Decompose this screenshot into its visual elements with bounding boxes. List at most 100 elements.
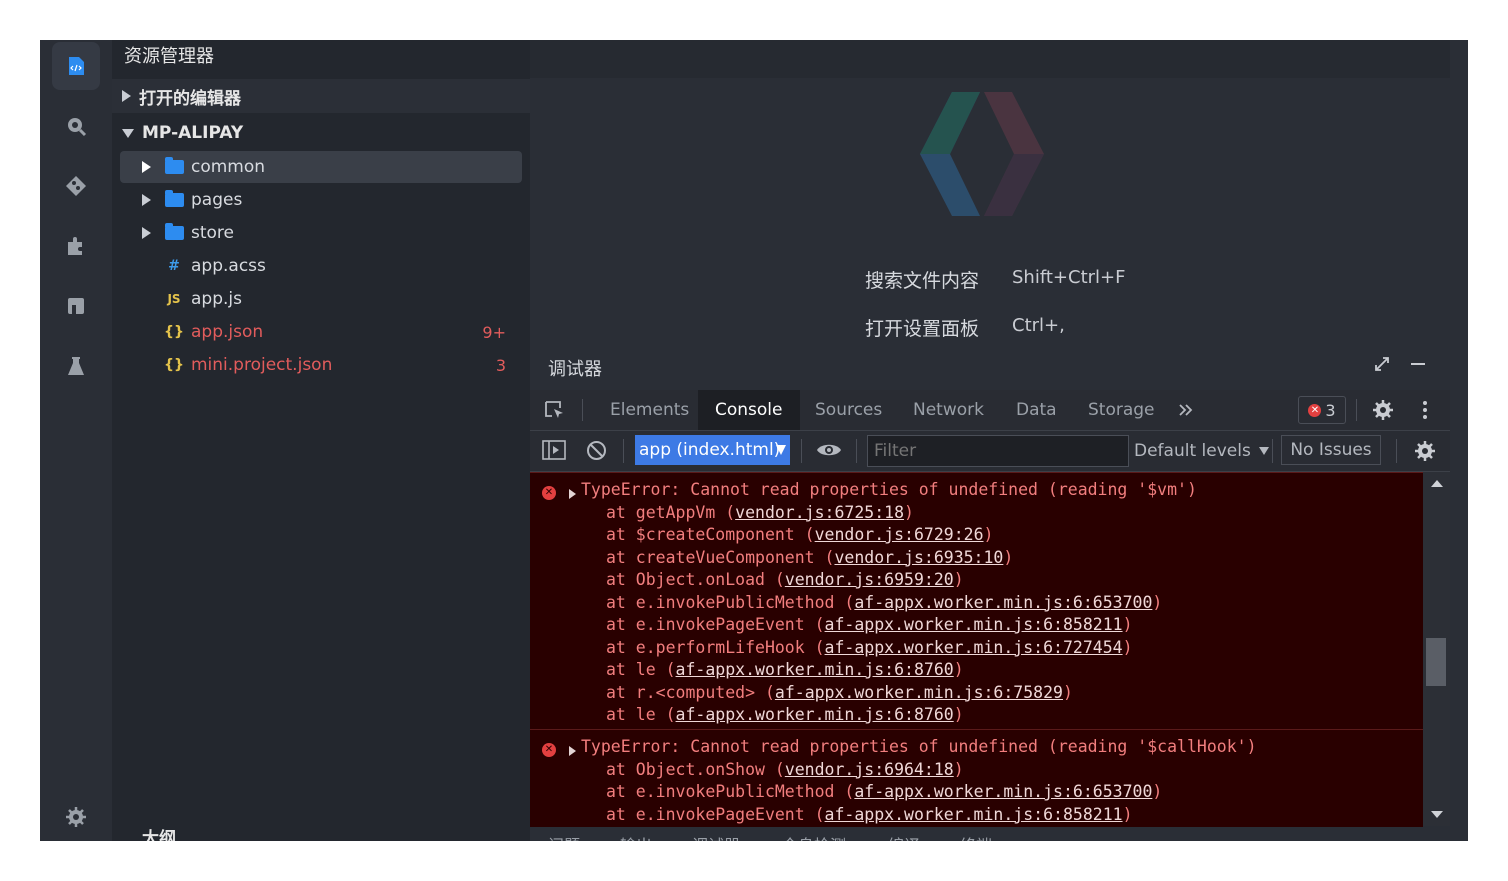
stack-frame-close: ) [1122, 615, 1133, 634]
log-levels-value: Default levels [1134, 441, 1251, 461]
shortcut-label: 搜索文件内容 [865, 270, 980, 292]
tree-item-store[interactable]: store [120, 217, 522, 249]
console-filter-input[interactable] [867, 435, 1129, 467]
clear-console-icon[interactable] [586, 440, 607, 461]
tab-network[interactable]: Network [896, 390, 1001, 430]
eye-icon[interactable] [816, 441, 842, 459]
dashboard-icon[interactable] [52, 282, 100, 330]
settings-icon[interactable] [52, 793, 100, 841]
source-link[interactable]: af-appx.worker.min.js:6:8760 [676, 660, 954, 679]
tab-debugger[interactable]: 调试器 [692, 832, 740, 841]
stack-frame: at le (af-appx.worker.min.js:6:8760) [606, 704, 964, 727]
more-options-icon[interactable] [1422, 400, 1428, 420]
tree-item-mini-project-json[interactable]: {} mini.project.json 3 [120, 349, 522, 381]
extensions-icon[interactable] [52, 222, 100, 270]
log-levels-dropdown[interactable]: Default levels [1134, 431, 1269, 471]
error-count-badge[interactable]: ✕ 3 [1298, 396, 1346, 424]
error-icon: ✕ [542, 486, 556, 500]
tab-console[interactable]: Console [698, 390, 800, 430]
ide-window: 资源管理器 打开的编辑器 MP-ALIPAY common pages stor… [40, 40, 1468, 841]
stack-frame: at r.<computed> (af-appx.worker.min.js:6… [606, 682, 1073, 705]
source-link[interactable]: af-appx.worker.min.js:6:653700 [854, 782, 1152, 801]
expand-triangle-icon[interactable] [569, 746, 576, 756]
minimize-icon[interactable] [1408, 354, 1428, 374]
error-count: 3 [1325, 400, 1336, 420]
stack-frame-function: at r.<computed> ( [606, 682, 775, 702]
expand-triangle-icon[interactable] [569, 489, 576, 499]
context-select[interactable]: app (index.html) [635, 435, 790, 465]
scroll-down-icon[interactable] [1431, 811, 1443, 818]
outline-section[interactable]: 大纲 [112, 829, 530, 841]
tab-data[interactable]: Data [999, 390, 1074, 430]
stack-frame-function: at le ( [606, 660, 676, 679]
stack-frame-close: ) [1152, 592, 1163, 612]
search-icon[interactable] [52, 102, 100, 150]
tree-item-pages[interactable]: pages [120, 184, 522, 216]
tree-item-label: pages [191, 190, 243, 210]
stack-frame-function: at Object.onShow ( [606, 759, 785, 779]
source-link[interactable]: af-appx.worker.min.js:6:75829 [775, 683, 1063, 702]
chevron-down-icon [122, 128, 134, 138]
shortcut-keys: Shift+Ctrl+F [1012, 267, 1126, 288]
source-link[interactable]: af-appx.worker.min.js:6:858211 [825, 615, 1123, 634]
sidebar-title: 资源管理器 [124, 46, 214, 67]
flask-icon[interactable] [52, 342, 100, 390]
open-editors-label: 打开的编辑器 [139, 88, 241, 109]
stack-frame-function: at e.invokePageEvent ( [606, 615, 825, 634]
sidebar-toggle-icon[interactable] [542, 440, 566, 460]
source-link[interactable]: af-appx.worker.min.js:6:8760 [676, 705, 954, 724]
console-error-entry[interactable]: ✕ TypeError: Cannot read properties of u… [530, 479, 1423, 730]
stack-frame-close: ) [1003, 547, 1014, 567]
tab-sources[interactable]: Sources [798, 390, 899, 430]
source-control-icon[interactable] [52, 162, 100, 210]
tree-item-app-acss[interactable]: # app.acss [120, 250, 522, 282]
source-link[interactable]: vendor.js:6935:10 [834, 548, 1003, 567]
issues-button[interactable]: No Issues [1281, 435, 1381, 465]
stack-frame-close: ) [1122, 637, 1133, 657]
console-settings-icon[interactable] [1414, 440, 1436, 462]
scrollbar-thumb[interactable] [1426, 638, 1446, 686]
source-link[interactable]: af-appx.worker.min.js:6:858211 [825, 805, 1123, 824]
stack-frame-function: at createVueComponent ( [606, 547, 835, 567]
stack-frame: at e.invokePageEvent (af-appx.worker.min… [606, 804, 1133, 827]
tab-storage[interactable]: Storage [1071, 390, 1172, 430]
settings-icon[interactable] [1372, 399, 1394, 421]
tree-item-app-json[interactable]: {} app.json 9+ [120, 316, 522, 348]
scroll-up-icon[interactable] [1431, 480, 1443, 487]
css-file-icon: # [168, 258, 180, 274]
tab-problems[interactable]: 问题 [548, 832, 580, 841]
console-toolbar: app (index.html) Default levels No Issue… [530, 431, 1450, 472]
source-link[interactable]: vendor.js:6959:20 [785, 570, 954, 589]
stack-frame: at e.invokePublicMethod (af-appx.worker.… [606, 592, 1162, 615]
tab-elements[interactable]: Elements [593, 390, 706, 430]
project-label: MP-ALIPAY [142, 123, 244, 143]
stack-frame-close: ) [904, 502, 914, 522]
tree-item-app-js[interactable]: JS app.js [120, 283, 522, 315]
source-link[interactable]: vendor.js:6964:18 [785, 760, 954, 779]
problem-count-badge: 9+ [482, 322, 506, 342]
source-link[interactable]: vendor.js:6729:26 [815, 525, 984, 544]
inspect-element-icon[interactable] [544, 400, 566, 422]
project-section[interactable]: MP-ALIPAY [112, 116, 530, 150]
tab-output[interactable]: 输出 [620, 832, 652, 841]
tab-inspection[interactable]: 全息检测 [782, 832, 846, 841]
source-link[interactable]: vendor.js:6725:18 [735, 503, 904, 522]
app-logo [920, 92, 1044, 216]
open-editors-section[interactable]: 打开的编辑器 [112, 79, 530, 113]
console-scrollbar[interactable] [1423, 472, 1450, 826]
source-link[interactable]: af-appx.worker.min.js:6:727454 [825, 638, 1123, 657]
expand-icon[interactable] [1372, 354, 1392, 374]
tab-terminal[interactable]: 终端 [960, 832, 992, 841]
tab-compile[interactable]: 编译 [888, 832, 920, 841]
more-tabs-icon[interactable] [1178, 403, 1194, 417]
explorer-icon[interactable] [52, 42, 100, 90]
tree-item-common[interactable]: common [120, 151, 522, 183]
source-link[interactable]: af-appx.worker.min.js:6:653700 [854, 593, 1152, 612]
error-icon: ✕ [1308, 403, 1322, 417]
console-error-entry[interactable]: ✕ TypeError: Cannot read properties of u… [530, 736, 1423, 827]
stack-frame-close: ) [1062, 682, 1073, 702]
error-message: TypeError: Cannot read properties of und… [581, 480, 1197, 499]
stack-frame-function: at e.invokePublicMethod ( [606, 782, 855, 801]
json-file-icon: {} [164, 357, 184, 373]
chevron-right-icon [142, 194, 151, 206]
